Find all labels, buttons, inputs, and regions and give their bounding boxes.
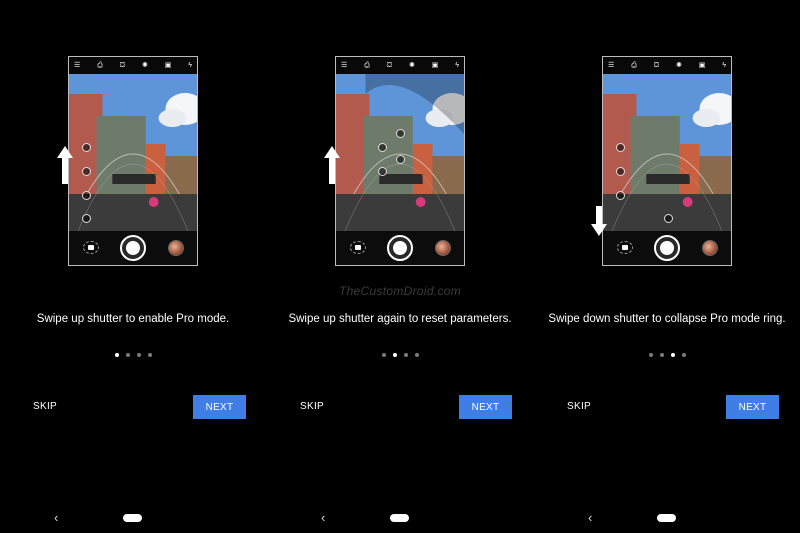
- flash-icon[interactable]: ϟ: [722, 62, 726, 69]
- viewfinder-scene: [603, 74, 731, 234]
- onboarding-panel-2: ☰ ⎙ ⛋ ✺ ▣ ϟ Swipe up shutter again to re…: [267, 0, 533, 533]
- page-dot: [414, 353, 419, 357]
- pro-dial-shutter-icon[interactable]: [82, 167, 91, 176]
- pro-dial-focus-icon[interactable]: [616, 191, 625, 200]
- portrait-icon[interactable]: ⛋: [120, 62, 125, 69]
- camera-preview: ☰ ⎙ ⛋ ✺ ▣ ϟ: [335, 56, 465, 266]
- menu-icon[interactable]: ☰: [74, 62, 80, 69]
- flash-icon[interactable]: ϟ: [455, 62, 459, 69]
- page-indicator: [534, 353, 800, 357]
- page-dot: [648, 353, 653, 357]
- page-dot: [403, 353, 408, 357]
- instruction-caption: Swipe up shutter again to reset paramete…: [288, 313, 512, 325]
- hdr-off-icon[interactable]: ✺: [676, 62, 682, 69]
- pro-dial-focus-icon[interactable]: [378, 167, 387, 176]
- swipe-up-arrow-icon: [324, 146, 340, 184]
- skip-button[interactable]: SKIP: [33, 401, 57, 412]
- menu-icon[interactable]: ☰: [341, 62, 347, 69]
- camera-topbar: ☰ ⎙ ⛋ ✺ ▣ ϟ: [69, 57, 197, 74]
- portrait-icon[interactable]: ⛋: [387, 62, 392, 69]
- page-dot: [125, 353, 130, 357]
- menu-icon[interactable]: ☰: [608, 62, 614, 69]
- pro-dial-wb-icon[interactable]: [664, 214, 673, 223]
- gallery-thumbnail[interactable]: [168, 240, 184, 256]
- pro-dial-iso-icon[interactable]: [616, 143, 625, 152]
- page-dot: [147, 353, 152, 357]
- watermark-text: TheCustomDroid.com: [338, 284, 462, 298]
- hdr-off-icon[interactable]: ✺: [142, 62, 148, 69]
- page-dot: [670, 353, 675, 357]
- camera-controls: [336, 231, 464, 265]
- pro-dial-iso-icon[interactable]: [378, 143, 387, 152]
- onboarding-panel-3: ☰ ⎙ ⛋ ✺ ▣ ϟ Swipe down shutter to collap…: [534, 0, 800, 533]
- pro-dial-shutter-icon[interactable]: [396, 129, 405, 138]
- camera-controls: [69, 231, 197, 265]
- home-pill-icon[interactable]: [657, 514, 676, 522]
- viewfinder-scene: [69, 74, 197, 234]
- page-dot: [381, 353, 386, 357]
- next-button[interactable]: NEXT: [459, 395, 512, 419]
- onboarding-panel-1: ☰ ⎙ ⛋ ✺ ▣ ϟ Swipe up shutter to enable P…: [0, 0, 266, 533]
- home-pill-icon[interactable]: [123, 514, 142, 522]
- page-dot: [392, 353, 397, 357]
- back-chevron-icon[interactable]: ‹: [321, 510, 325, 525]
- skip-button[interactable]: SKIP: [300, 401, 324, 412]
- back-chevron-icon[interactable]: ‹: [588, 510, 592, 525]
- mode-switch-icon[interactable]: [617, 241, 633, 254]
- camera-controls: [603, 231, 731, 265]
- next-button[interactable]: NEXT: [726, 395, 779, 419]
- instruction-caption: Swipe down shutter to collapse Pro mode …: [548, 313, 786, 325]
- next-button[interactable]: NEXT: [193, 395, 246, 419]
- pro-dial-wb-icon[interactable]: [82, 214, 91, 223]
- shutter-button[interactable]: [654, 235, 680, 261]
- pro-dial-focus-icon[interactable]: [82, 191, 91, 200]
- shutter-button[interactable]: [120, 235, 146, 261]
- timer-icon[interactable]: ▣: [432, 62, 439, 69]
- swipe-down-arrow-icon: [591, 206, 607, 236]
- gallery-thumbnail[interactable]: [702, 240, 718, 256]
- camera-flip-icon[interactable]: ⎙: [364, 62, 370, 69]
- page-dot: [681, 353, 686, 357]
- gallery-thumbnail[interactable]: [435, 240, 451, 256]
- instruction-caption: Swipe up shutter to enable Pro mode.: [36, 313, 230, 325]
- camera-topbar: ☰ ⎙ ⛋ ✺ ▣ ϟ: [336, 57, 464, 74]
- home-pill-icon[interactable]: [390, 514, 409, 522]
- pro-dial-shutter-icon[interactable]: [616, 167, 625, 176]
- camera-flip-icon[interactable]: ⎙: [631, 62, 637, 69]
- camera-preview: ☰ ⎙ ⛋ ✺ ▣ ϟ: [602, 56, 732, 266]
- pro-dial-iso-icon[interactable]: [82, 143, 91, 152]
- swipe-up-arrow-icon: [57, 146, 73, 184]
- page-dot: [114, 353, 119, 357]
- camera-topbar: ☰ ⎙ ⛋ ✺ ▣ ϟ: [603, 57, 731, 74]
- flash-icon[interactable]: ϟ: [188, 62, 192, 69]
- mode-switch-icon[interactable]: [83, 241, 99, 254]
- mode-switch-icon[interactable]: [350, 241, 366, 254]
- viewfinder-scene: [336, 74, 464, 234]
- timer-icon[interactable]: ▣: [699, 62, 706, 69]
- timer-icon[interactable]: ▣: [165, 62, 172, 69]
- shutter-button[interactable]: [387, 235, 413, 261]
- page-indicator: [0, 353, 266, 357]
- page-indicator: [267, 353, 533, 357]
- back-chevron-icon[interactable]: ‹: [54, 510, 58, 525]
- camera-preview: ☰ ⎙ ⛋ ✺ ▣ ϟ: [68, 56, 198, 266]
- page-dot: [659, 353, 664, 357]
- page-dot: [136, 353, 141, 357]
- hdr-off-icon[interactable]: ✺: [409, 62, 415, 69]
- skip-button[interactable]: SKIP: [567, 401, 591, 412]
- camera-flip-icon[interactable]: ⎙: [97, 62, 103, 69]
- pro-dial-wb-icon[interactable]: [396, 155, 405, 164]
- portrait-icon[interactable]: ⛋: [654, 62, 659, 69]
